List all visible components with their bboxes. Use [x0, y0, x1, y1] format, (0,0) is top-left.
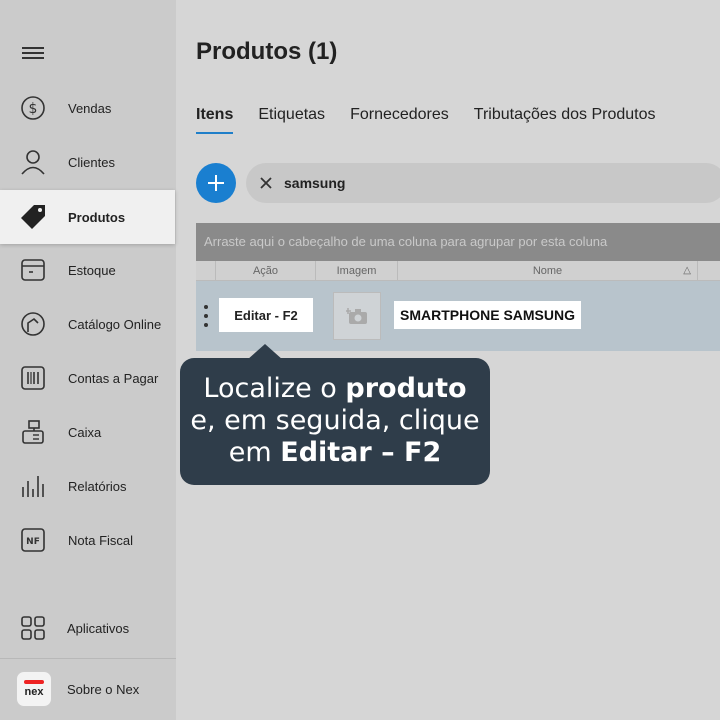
- tab-fornecedores[interactable]: Fornecedores: [350, 106, 449, 134]
- sidebar-item-label: Estoque: [68, 262, 116, 278]
- logo-text: nex: [24, 686, 44, 698]
- tooltip-text: em: [228, 437, 281, 468]
- tab-tributacoes[interactable]: Tributações dos Produtos: [474, 106, 656, 134]
- sidebar-about-label[interactable]: Sobre o Nex: [67, 682, 139, 697]
- group-by-bar[interactable]: Arraste aqui o cabeçalho de uma coluna p…: [196, 223, 720, 261]
- camera-add-icon: [346, 308, 367, 324]
- sidebar-item-vendas[interactable]: $ Vendas: [0, 81, 176, 135]
- catalog-icon: [21, 312, 45, 336]
- sidebar-item-catalogo[interactable]: Catálogo Online: [0, 297, 176, 351]
- sidebar-item-label: Produtos: [68, 209, 126, 225]
- cash-register-icon: [22, 420, 44, 444]
- column-header-label: Nome: [532, 265, 563, 277]
- sidebar-item-relatorios[interactable]: Relatórios: [0, 459, 176, 513]
- sidebar-item-label: Vendas: [68, 100, 112, 116]
- sidebar-item-label: Contas a Pagar: [68, 370, 159, 386]
- column-header-acao[interactable]: Ação: [216, 261, 316, 281]
- column-header-nome[interactable]: Nome △: [398, 261, 698, 281]
- search-input[interactable]: [284, 175, 584, 191]
- person-icon: [21, 150, 45, 175]
- tooltip-text: Localize o: [203, 373, 346, 404]
- column-header-imagem[interactable]: Imagem: [316, 261, 398, 281]
- tab-etiquetas[interactable]: Etiquetas: [258, 106, 325, 134]
- product-name-cell: SMARTPHONE SAMSUNG: [394, 301, 582, 329]
- nf-icon-text: NF: [26, 537, 40, 547]
- nex-logo[interactable]: nex: [16, 671, 52, 707]
- plus-icon: [208, 175, 224, 191]
- bar-chart-icon: [22, 476, 44, 497]
- sidebar-item-aplicativos[interactable]: Aplicativos: [0, 601, 176, 655]
- page-title: Produtos (1): [196, 38, 338, 65]
- sidebar-item-label: Nota Fiscal: [68, 532, 134, 548]
- nf-icon: NF: [21, 528, 45, 552]
- sidebar-item-estoque[interactable]: Estoque: [0, 243, 176, 297]
- barcode-icon: [21, 366, 45, 390]
- sidebar-item-label: Caixa: [68, 424, 102, 440]
- close-icon[interactable]: [258, 175, 274, 191]
- tab-itens[interactable]: Itens: [196, 106, 234, 134]
- tooltip-bold-text: produto: [345, 373, 467, 404]
- more-vertical-icon[interactable]: [202, 305, 210, 327]
- dollar-icon: $: [21, 96, 45, 120]
- apps-grid-icon: [21, 616, 45, 640]
- box-icon: [21, 259, 45, 281]
- svg-text:$: $: [29, 101, 38, 117]
- tooltip-text: e, em seguida, clique: [190, 405, 480, 436]
- sidebar-item-label: Clientes: [68, 154, 115, 170]
- sidebar-item-label: Catálogo Online: [68, 316, 162, 332]
- sidebar: $ Vendas Clientes Produtos Estoque Catál…: [0, 0, 176, 720]
- sidebar-divider: [0, 658, 176, 659]
- tag-icon: [21, 205, 45, 229]
- tab-bar: Itens Etiquetas Fornecedores Tributações…: [196, 106, 681, 134]
- grid-header: Ação Imagem Nome △: [196, 261, 720, 281]
- add-product-button[interactable]: [196, 163, 236, 203]
- instruction-tooltip: Localize o produto e, em seguida, clique…: [180, 358, 490, 485]
- sidebar-item-label: Relatórios: [68, 478, 127, 494]
- sidebar-item-contas-a-pagar[interactable]: Contas a Pagar: [0, 351, 176, 405]
- tooltip-bold-text: Editar – F2: [280, 437, 442, 468]
- search-box: [246, 163, 720, 203]
- sidebar-item-caixa[interactable]: Caixa: [0, 405, 176, 459]
- edit-button[interactable]: Editar - F2: [219, 298, 313, 332]
- sidebar-item-label: Aplicativos: [67, 620, 130, 636]
- product-image-placeholder: [333, 292, 381, 340]
- header-spacer: [196, 261, 216, 281]
- sidebar-item-produtos[interactable]: Produtos: [0, 190, 175, 244]
- table-row[interactable]: Editar - F2 SMARTPHONE SAMSUNG: [196, 281, 720, 351]
- hamburger-menu-icon[interactable]: [22, 44, 44, 62]
- sidebar-item-clientes[interactable]: Clientes: [0, 135, 176, 189]
- sort-ascending-icon: △: [683, 265, 691, 276]
- sidebar-item-nota-fiscal[interactable]: NF Nota Fiscal: [0, 513, 176, 567]
